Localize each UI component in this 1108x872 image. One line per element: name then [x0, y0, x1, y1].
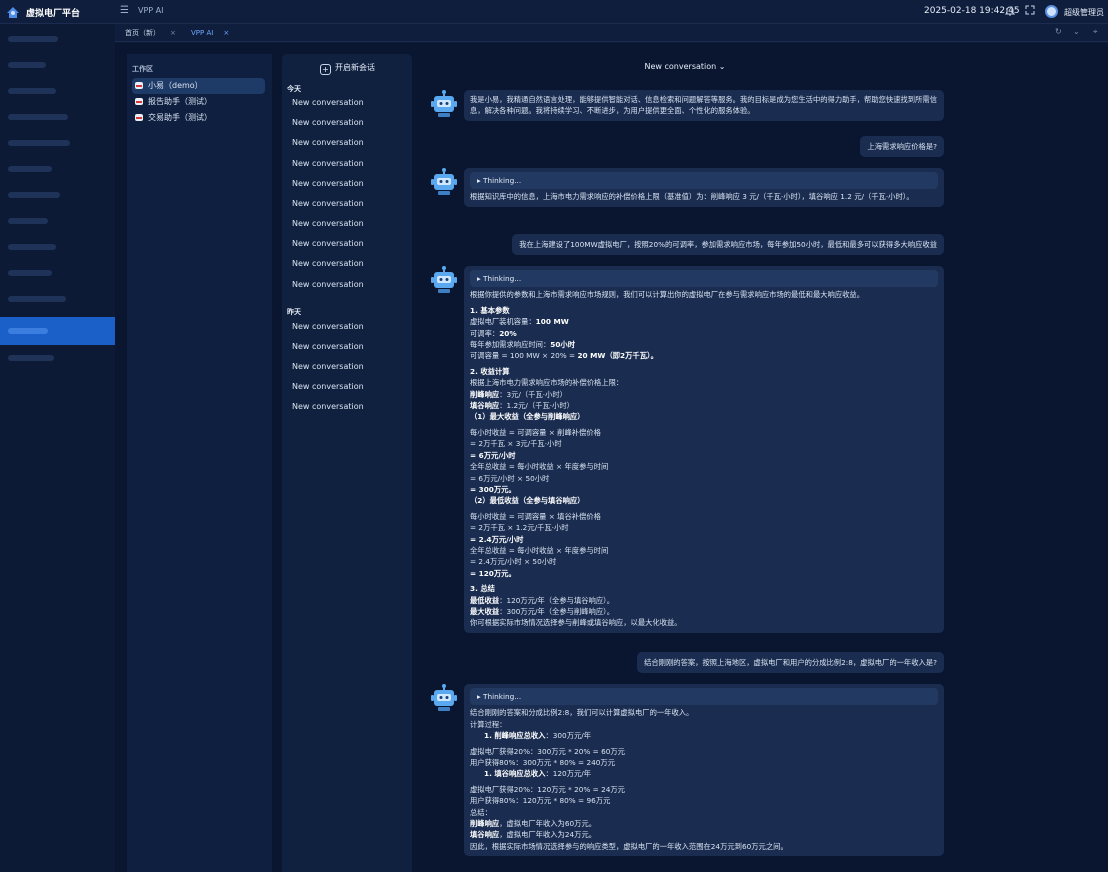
assistant-message: ▸ Thinking... 根据你提供的参数和上海市需求响应市场规则，我们可以计…	[464, 266, 944, 633]
sidebar-nav	[0, 24, 115, 872]
conversation-item[interactable]: New conversation	[292, 159, 364, 168]
assistant-message: 我是小易，我精通自然语言处理，能够提供智能对话、信息检索和问题解答等服务。我的目…	[464, 90, 944, 121]
conversation-item[interactable]: New conversation	[292, 98, 364, 107]
sidebar-item[interactable]	[0, 262, 115, 284]
assistant-message: ▸ Thinking... 结合刚刚的答案和分成比例2:8，我们可以计算虚拟电厂…	[464, 684, 944, 857]
avatar[interactable]	[1045, 5, 1058, 18]
workspace-panel: 工作区 小易（demo） 报告助手（测试） 交易助手（测试）	[127, 54, 272, 872]
fullscreen-icon[interactable]	[1024, 5, 1036, 17]
pin-icon[interactable]: ⌖	[1093, 27, 1098, 37]
robot-icon	[135, 98, 143, 105]
close-icon[interactable]: ×	[170, 29, 176, 37]
breadcrumb: VPP AI	[138, 6, 164, 15]
refresh-icon[interactable]: ↻	[1055, 27, 1062, 36]
conversation-item[interactable]: New conversation	[292, 259, 364, 268]
sidebar-item[interactable]	[0, 210, 115, 232]
workspace-item-xiaoyi[interactable]: 小易（demo）	[132, 78, 265, 94]
conversation-item[interactable]: New conversation	[292, 179, 364, 188]
tab-bar: 首页（新） × VPP AI × ↻ ⌄ ⌖	[115, 24, 1108, 42]
close-icon[interactable]: ×	[223, 29, 229, 37]
conversation-item[interactable]: New conversation	[292, 118, 364, 127]
username[interactable]: 超级管理员	[1064, 7, 1104, 18]
platform-logo-icon	[7, 7, 19, 18]
thinking-toggle[interactable]: ▸ Thinking...	[470, 172, 938, 190]
sidebar-item[interactable]	[0, 132, 115, 154]
user-message: 结合刚刚的答案，按照上海地区，虚拟电厂和用户的分成比例2:8，虚拟电厂的一年收入…	[637, 652, 944, 673]
group-today: 今天	[287, 85, 301, 93]
bot-avatar-icon	[431, 266, 457, 293]
conversation-item[interactable]: New conversation	[292, 342, 364, 351]
bell-icon[interactable]	[1004, 5, 1016, 17]
new-chat-icon: +	[320, 64, 331, 75]
top-bar: 虚拟电厂平台 ☰ VPP AI 2025-02-18 19:42:45 超级管理…	[0, 0, 1108, 24]
conversation-item[interactable]: New conversation	[292, 362, 364, 371]
menu-fold-icon[interactable]: ☰	[120, 5, 129, 16]
chevron-down-icon[interactable]: ⌄	[1073, 27, 1080, 36]
sidebar-item[interactable]	[0, 158, 115, 180]
conversation-item[interactable]: New conversation	[292, 219, 364, 228]
conversation-title-dropdown[interactable]: New conversation ⌄	[420, 62, 950, 71]
group-yesterday: 昨天	[287, 308, 301, 316]
sidebar-item[interactable]	[0, 184, 115, 206]
conversation-item[interactable]: New conversation	[292, 138, 364, 147]
new-chat-button[interactable]: + 开启新会话	[320, 62, 375, 75]
tab-vpp-ai[interactable]: VPP AI ×	[185, 26, 235, 40]
conversation-item[interactable]: New conversation	[292, 322, 364, 331]
assistant-message: ▸ Thinking... 根据知识库中的信息，上海市电力需求响应的补偿价格上限…	[464, 168, 944, 207]
thinking-toggle[interactable]: ▸ Thinking...	[470, 270, 938, 288]
conversation-item[interactable]: New conversation	[292, 239, 364, 248]
conversation-list: + 开启新会话 今天 New conversation New conversat…	[282, 54, 412, 872]
sidebar-item[interactable]	[0, 106, 115, 128]
robot-icon	[135, 82, 143, 89]
sidebar-item[interactable]	[0, 80, 115, 102]
conversation-item[interactable]: New conversation	[292, 280, 364, 289]
bot-avatar-icon	[431, 90, 457, 117]
thinking-toggle[interactable]: ▸ Thinking...	[470, 688, 938, 706]
conversation-item[interactable]: New conversation	[292, 382, 364, 391]
tab-home[interactable]: 首页（新） ×	[119, 26, 182, 40]
conversation-item[interactable]: New conversation	[292, 402, 364, 411]
user-message: 上海需求响应价格是?	[860, 136, 944, 157]
platform-title: 虚拟电厂平台	[26, 9, 81, 19]
sidebar-item[interactable]	[0, 54, 115, 76]
workspace-item-report[interactable]: 报告助手（测试）	[132, 94, 265, 110]
sidebar-item[interactable]	[0, 347, 115, 369]
workspace-item-trade[interactable]: 交易助手（测试）	[132, 110, 265, 126]
conversation-item[interactable]: New conversation	[292, 199, 364, 208]
chat-panel: New conversation ⌄ 我是小易，我精通自然语言处理，能够提供智能…	[420, 54, 950, 872]
sidebar-item-vpp-ai[interactable]	[0, 317, 115, 345]
sidebar-item[interactable]	[0, 288, 115, 310]
sidebar-item[interactable]	[0, 236, 115, 258]
bot-avatar-icon	[431, 684, 457, 711]
sidebar-item[interactable]	[0, 28, 115, 50]
user-message: 我在上海建设了100MW虚拟电厂，按照20%的可调率，参加需求响应市场，每年参加…	[512, 234, 944, 255]
robot-icon	[135, 114, 143, 121]
bot-avatar-icon	[431, 168, 457, 195]
workspace-title: 工作区	[132, 65, 153, 73]
